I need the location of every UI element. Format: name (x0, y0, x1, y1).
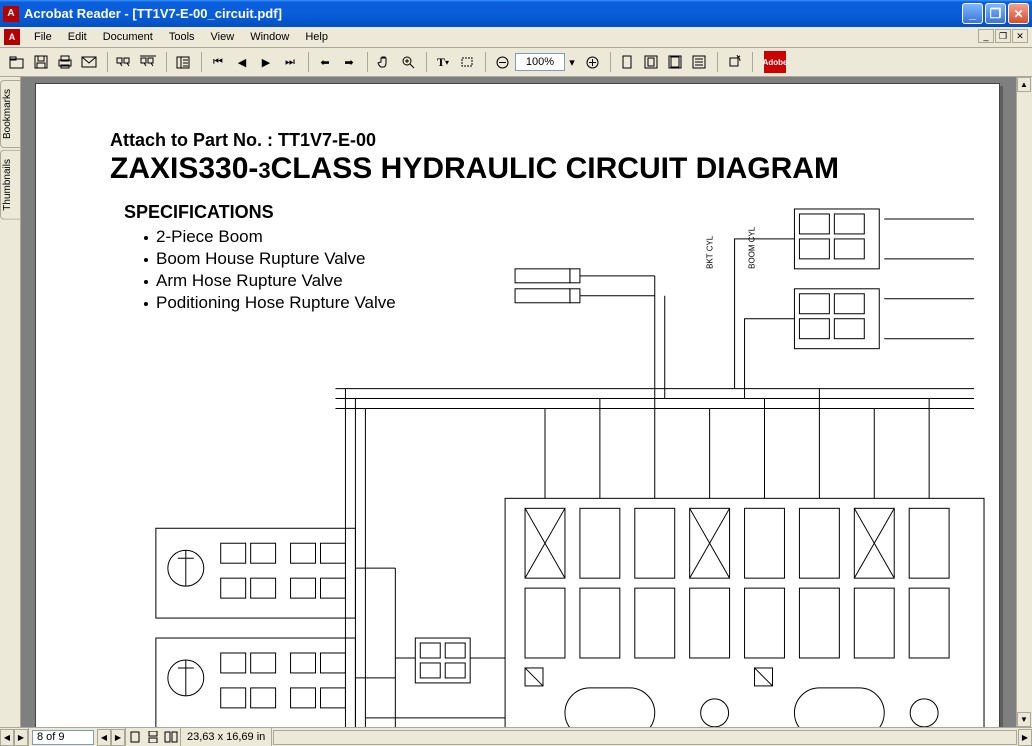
spec-item: Poditioning Hose Rupture Valve (144, 293, 396, 313)
first-page-button[interactable]: ⏮ (207, 51, 229, 73)
mdi-close-button[interactable]: ✕ (1012, 29, 1028, 43)
find-button[interactable] (113, 51, 135, 73)
rotate-button[interactable] (723, 51, 745, 73)
status-bar: ◀ ▶ 8 of 9 ◀ ▶ 23,63 x 16,69 in ▶ (0, 727, 1032, 746)
forward-button[interactable]: ➡ (338, 51, 360, 73)
continuous-button[interactable] (145, 730, 161, 745)
window-maximize-button[interactable]: ❐ (985, 3, 1006, 24)
attach-part-no: Attach to Part No. : TT1V7-E-00 (110, 130, 376, 151)
search-button[interactable] (137, 51, 159, 73)
svg-text:BKT CYL: BKT CYL (706, 235, 715, 269)
fit-width-button[interactable] (664, 51, 686, 73)
menu-window[interactable]: Window (242, 29, 297, 45)
next-page-button[interactable]: ▶ (255, 51, 277, 73)
scroll-up-button[interactable]: ▲ (1017, 77, 1031, 92)
email-button[interactable] (78, 51, 100, 73)
print-button[interactable] (54, 51, 76, 73)
window-close-button[interactable]: ✕ (1008, 3, 1029, 24)
document-area[interactable]: Attach to Part No. : TT1V7-E-00 ZAXIS330… (21, 77, 1032, 727)
zoomin-tool-button[interactable] (397, 51, 419, 73)
document-icon: A (4, 29, 20, 45)
menu-document[interactable]: Document (95, 29, 161, 45)
save-button[interactable] (30, 51, 52, 73)
zoom-out-button[interactable] (491, 51, 513, 73)
menu-view[interactable]: View (203, 29, 243, 45)
nav-pane-tabs: Bookmarks Thumbnails (0, 77, 21, 727)
fit-page-button[interactable] (640, 51, 662, 73)
status-prev-page-button[interactable]: ◀ (97, 729, 111, 746)
toolbar: ⏮ ◀ ▶ ⏭ ⬅ ➡ T▾ 100% ▾ Adobe (0, 48, 1032, 77)
scroll-right-button[interactable]: ▶ (14, 729, 28, 746)
workspace: Bookmarks Thumbnails Attach to Part No. … (0, 77, 1032, 727)
spec-item: Arm Hose Rupture Valve (144, 271, 343, 291)
mdi-minimize-button[interactable]: _ (978, 29, 994, 43)
facing-button[interactable] (163, 730, 179, 745)
scroll-down-button[interactable]: ▼ (1017, 712, 1031, 727)
window-minimize-button[interactable]: _ (962, 3, 983, 24)
zoom-in-button[interactable] (581, 51, 603, 73)
adobe-logo-icon: Adobe (764, 51, 786, 73)
scroll-right-end-button[interactable]: ▶ (1018, 729, 1032, 746)
window-titlebar: A Acrobat Reader - [TT1V7-E-00_circuit.p… (0, 0, 1032, 27)
menubar: A File Edit Document Tools View Window H… (0, 27, 1032, 48)
scroll-left-button[interactable]: ◀ (0, 729, 14, 746)
zoom-dropdown-button[interactable]: ▾ (565, 51, 579, 73)
specs-heading: SPECIFICATIONS (124, 202, 274, 223)
app-title: Acrobat Reader (24, 6, 121, 21)
spec-item: 2-Piece Boom (144, 227, 263, 247)
actual-size-button[interactable] (616, 51, 638, 73)
text-select-button[interactable]: T▾ (432, 51, 454, 73)
menu-edit[interactable]: Edit (60, 29, 95, 45)
graphics-select-button[interactable] (456, 51, 478, 73)
menu-file[interactable]: File (26, 29, 60, 45)
page-number-field[interactable]: 8 of 9 (32, 730, 94, 745)
open-button[interactable] (6, 51, 28, 73)
show-navpane-button[interactable] (172, 51, 194, 73)
bookmarks-tab[interactable]: Bookmarks (0, 80, 20, 148)
back-button[interactable]: ⬅ (314, 51, 336, 73)
reflow-button[interactable] (688, 51, 710, 73)
prev-page-button[interactable]: ◀ (231, 51, 253, 73)
zoom-level-field[interactable]: 100% (515, 53, 565, 71)
spec-item: Boom House Rupture Valve (144, 249, 365, 269)
page-size-label: 23,63 x 16,69 in (181, 731, 271, 743)
last-page-button[interactable]: ⏭ (279, 51, 301, 73)
diagram-title: ZAXIS330-3CLASS HYDRAULIC CIRCUIT DIAGRA… (110, 152, 839, 186)
status-next-page-button[interactable]: ▶ (111, 729, 125, 746)
acrobat-icon: A (3, 6, 19, 22)
horizontal-scrollbar[interactable] (273, 730, 1017, 745)
thumbnails-tab[interactable]: Thumbnails (0, 150, 20, 220)
vertical-scrollbar[interactable]: ▲ ▼ (1016, 77, 1032, 727)
menu-tools[interactable]: Tools (161, 29, 203, 45)
single-page-button[interactable] (127, 730, 143, 745)
hand-tool-button[interactable] (373, 51, 395, 73)
mdi-restore-button[interactable]: ❐ (995, 29, 1011, 43)
svg-text:BOOM CYL: BOOM CYL (748, 226, 757, 269)
doc-title: [TT1V7-E-00_circuit.pdf] (132, 6, 282, 21)
menu-help[interactable]: Help (297, 29, 336, 45)
pdf-page: Attach to Part No. : TT1V7-E-00 ZAXIS330… (35, 83, 1000, 727)
